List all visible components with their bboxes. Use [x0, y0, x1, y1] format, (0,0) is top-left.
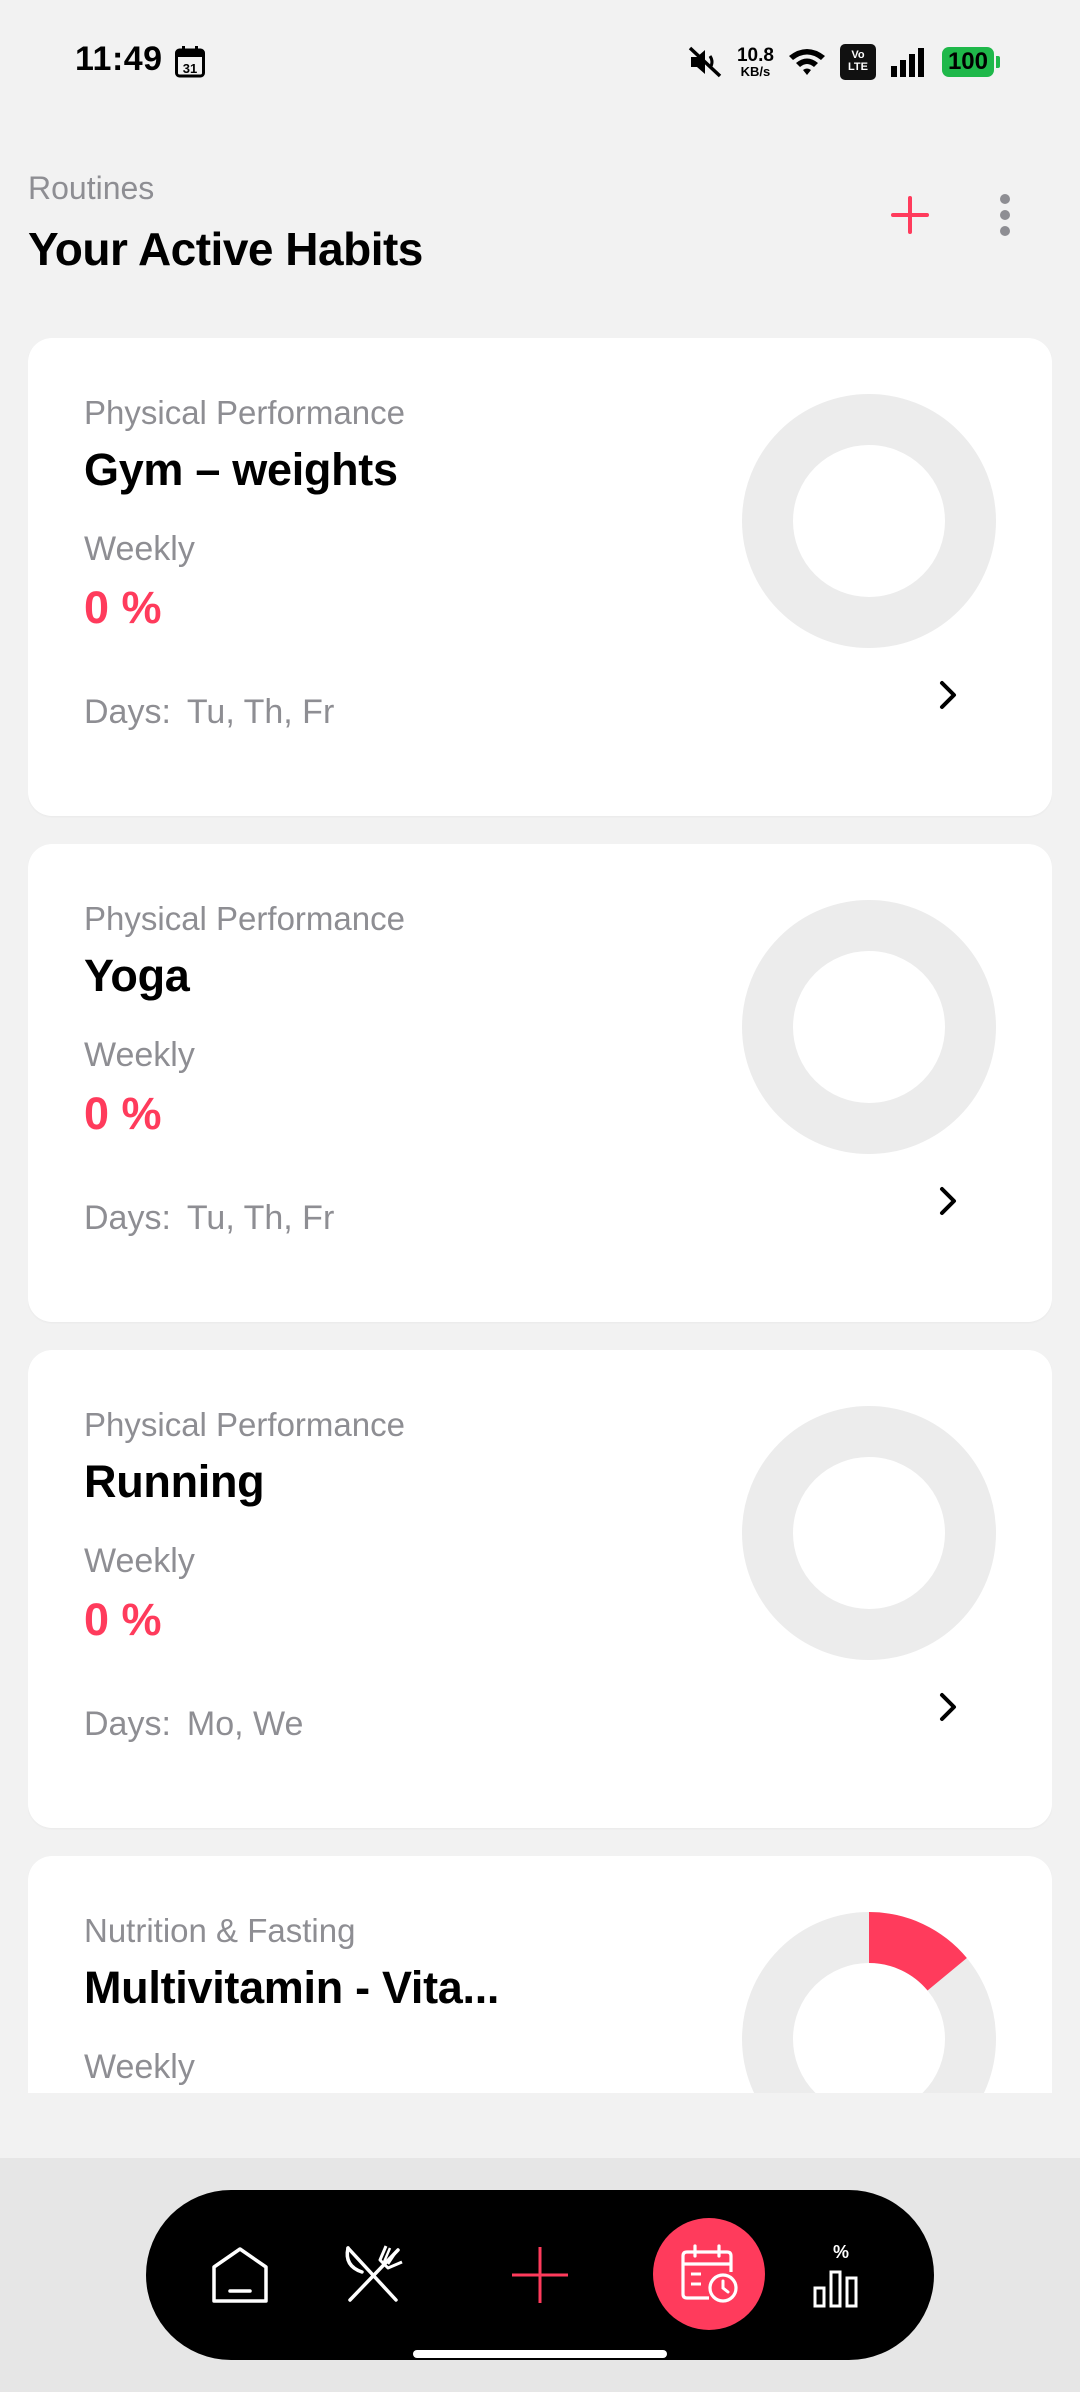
bar-chart-percent-icon: %	[813, 2242, 858, 2308]
habit-name: Multivitamin - Vita...	[84, 1962, 500, 2013]
screen: 11:49 31 10.8 KB/s Vo LTE 100 Routines Y…	[0, 0, 1080, 2392]
habit-name: Running	[84, 1456, 265, 1507]
more-vertical-icon	[1000, 194, 1010, 236]
calendar-day: 31	[183, 61, 197, 76]
progress-ring-track	[742, 394, 996, 648]
page-subtitle: Routines	[28, 170, 155, 206]
habit-percent: 0 %	[84, 582, 162, 633]
progress-ring	[742, 900, 996, 1154]
progress-ring-track	[742, 900, 996, 1154]
habit-card[interactable]: Physical Performance Yoga Weekly 0 % Day…	[28, 844, 1052, 1322]
net-speed-unit: KB/s	[740, 64, 771, 79]
net-speed-value: 10.8	[736, 45, 774, 66]
volte-bottom: LTE	[847, 61, 868, 73]
days-value: Tu, Th, Fr	[186, 1199, 335, 1237]
mute-icon	[688, 46, 722, 78]
habit-frequency: Weekly	[84, 1542, 195, 1580]
days-value: Mo, We	[186, 1705, 304, 1743]
nav-habits[interactable]	[653, 2218, 765, 2330]
habit-name: Gym – weights	[84, 444, 398, 495]
days-label: Days:	[84, 693, 171, 731]
home-icon	[212, 2247, 268, 2303]
habit-days: Days: Tu, Th, Fr	[84, 693, 350, 732]
page-title: Your Active Habits	[28, 223, 423, 275]
signal-icon	[890, 48, 924, 77]
add-habit-button[interactable]	[880, 185, 940, 245]
chevron-right-icon[interactable]	[928, 1687, 968, 1727]
svg-text:%: %	[833, 2242, 849, 2262]
nav-add[interactable]	[485, 2220, 595, 2330]
wifi-icon	[788, 49, 825, 75]
nav-home[interactable]	[185, 2220, 295, 2330]
plus-icon	[512, 2247, 568, 2303]
network-speed: 10.8 KB/s	[737, 46, 774, 78]
home-indicator[interactable]	[413, 2350, 667, 2358]
status-time: 11:49	[75, 40, 163, 78]
habit-days: Days: Mo, We	[84, 1705, 319, 1744]
habit-category: Nutrition & Fasting	[84, 1912, 356, 1949]
calendar-icon: 31	[175, 46, 205, 78]
nav-nutrition[interactable]	[318, 2220, 428, 2330]
habit-card[interactable]: Physical Performance Running Weekly 0 % …	[28, 1350, 1052, 1828]
progress-ring	[742, 1406, 996, 1660]
progress-ring-track	[742, 1406, 996, 1660]
status-icons: 10.8 KB/s Vo LTE 100	[687, 40, 1000, 84]
chevron-right-icon[interactable]	[928, 675, 968, 715]
habit-category: Physical Performance	[84, 1406, 405, 1443]
days-label: Days:	[84, 1705, 171, 1743]
more-options-button[interactable]	[985, 185, 1025, 245]
habit-percent: 0 %	[84, 1088, 162, 1139]
habit-card[interactable]: Physical Performance Gym – weights Weekl…	[28, 338, 1052, 816]
fork-knife-icon	[345, 2245, 403, 2302]
habit-frequency: Weekly	[84, 2048, 195, 2086]
habit-days: Days: Tu, Th, Fr	[84, 1199, 350, 1238]
days-label: Days:	[84, 1199, 171, 1237]
volte-icon: Vo LTE	[839, 44, 876, 80]
habit-list: Physical Performance Gym – weights Weekl…	[28, 338, 1052, 2093]
nav-stats[interactable]: %	[786, 2220, 896, 2330]
progress-ring	[742, 394, 996, 648]
habit-category: Physical Performance	[84, 900, 405, 937]
battery-icon: 100	[941, 47, 1000, 77]
habit-name: Yoga	[84, 950, 190, 1001]
status-bar: 11:49 31 10.8 KB/s Vo LTE 100	[0, 0, 1080, 120]
days-value: Tu, Th, Fr	[186, 693, 335, 731]
habit-frequency: Weekly	[84, 1036, 195, 1074]
habit-percent: 0 %	[84, 1594, 162, 1645]
progress-ring	[742, 1912, 996, 2093]
battery-level: 100	[941, 47, 994, 77]
plus-icon	[891, 196, 929, 234]
chevron-right-icon[interactable]	[928, 1181, 968, 1221]
habit-category: Physical Performance	[84, 394, 405, 431]
habit-frequency: Weekly	[84, 530, 195, 568]
calendar-clock-icon	[681, 2244, 738, 2303]
habit-card[interactable]: Nutrition & Fasting Multivitamin - Vita.…	[28, 1856, 1052, 2093]
